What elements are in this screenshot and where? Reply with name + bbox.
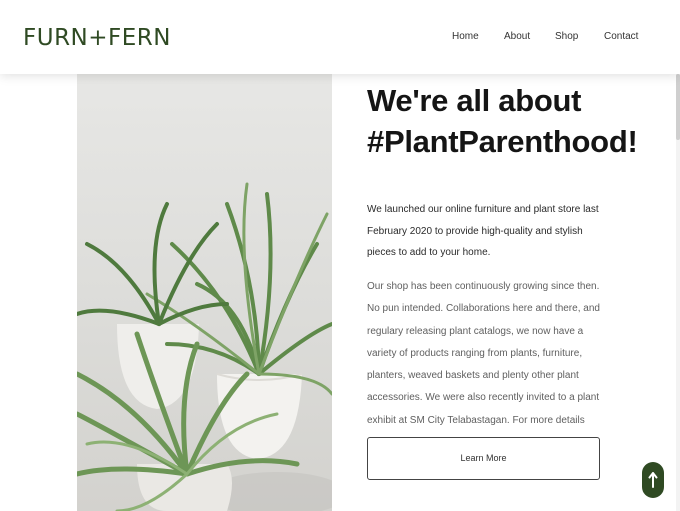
back-to-top-button[interactable] bbox=[642, 462, 664, 498]
arrow-up-icon bbox=[648, 472, 658, 488]
plant-photo bbox=[77, 74, 332, 511]
nav-contact-link[interactable]: Contact bbox=[604, 31, 638, 42]
scrollbar-thumb[interactable] bbox=[676, 74, 680, 140]
scrollbar[interactable] bbox=[676, 0, 680, 511]
main-nav: Home About Shop Contact bbox=[0, 31, 680, 45]
learn-more-button[interactable]: Learn More bbox=[367, 437, 600, 480]
site-header: FURN+FERN Home About Shop Contact bbox=[0, 0, 680, 74]
story-paragraph: Our shop has been continuously growing s… bbox=[367, 281, 600, 448]
about-heading-line1: We're all about bbox=[367, 83, 582, 118]
nav-shop-link[interactable]: Shop bbox=[555, 31, 578, 42]
nav-home-link[interactable]: Home bbox=[452, 31, 479, 42]
about-heading-line2: #PlantParenthood! bbox=[367, 124, 638, 159]
nav-about-link[interactable]: About bbox=[504, 31, 530, 42]
page: FURN+FERN Home About Shop Contact We're … bbox=[0, 0, 680, 511]
intro-paragraph: We launched our online furniture and pla… bbox=[367, 204, 599, 258]
about-heading: We're all about #PlantParenthood! bbox=[367, 80, 667, 162]
